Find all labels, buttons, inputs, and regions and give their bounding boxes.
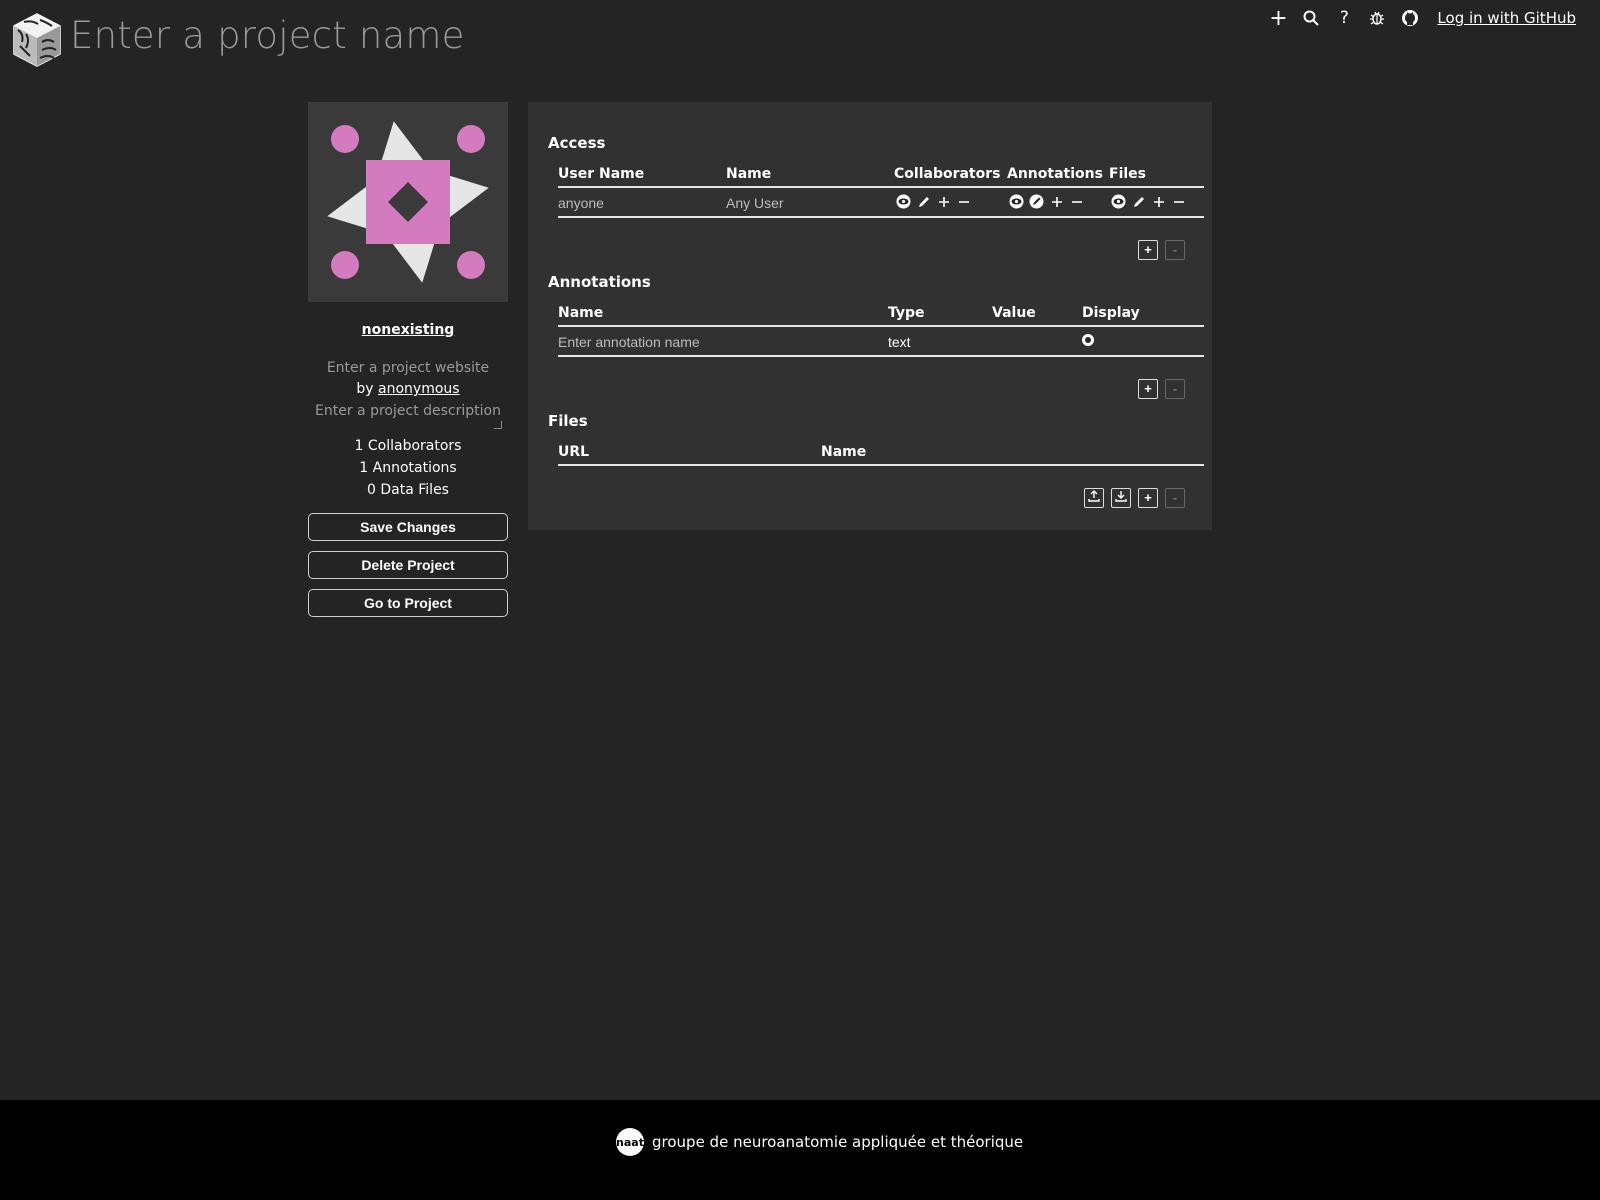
col-collaborators: Collaborators bbox=[894, 166, 1001, 182]
save-changes-button[interactable]: Save Changes bbox=[308, 513, 508, 541]
delete-project-button[interactable]: Delete Project bbox=[308, 551, 508, 579]
upload-icon[interactable] bbox=[1084, 488, 1104, 508]
access-header-row: User Name Name Collaborators Annotations… bbox=[558, 162, 1204, 188]
edit-icon[interactable] bbox=[1131, 194, 1146, 209]
search-icon[interactable] bbox=[1301, 8, 1321, 28]
app-logo[interactable] bbox=[12, 12, 62, 68]
name-cell: Any User bbox=[726, 195, 784, 211]
annotations-header-row: Name Type Value Display bbox=[558, 301, 1204, 327]
view-icon[interactable] bbox=[1009, 194, 1024, 209]
access-section-title: Access bbox=[548, 134, 606, 152]
add-icon[interactable] bbox=[1049, 194, 1064, 209]
project-website-input[interactable]: Enter a project website bbox=[308, 360, 508, 376]
remove-access-button[interactable]: - bbox=[1165, 240, 1185, 260]
display-radio[interactable] bbox=[1082, 334, 1094, 346]
resize-handle[interactable] bbox=[494, 421, 502, 429]
edit-icon[interactable] bbox=[1029, 194, 1044, 209]
footer-credit[interactable]: naat groupe de neuroanatomie appliquée e… bbox=[616, 1128, 1023, 1156]
annotations-permissions bbox=[1009, 194, 1084, 209]
col-name: Name bbox=[726, 166, 772, 182]
col-value: Value bbox=[992, 305, 1036, 321]
project-sidebar: nonexisting Enter a project website by a… bbox=[308, 102, 508, 617]
remove-annotation-button[interactable]: - bbox=[1165, 379, 1185, 399]
annotations-table: Name Type Value Display Enter annotation… bbox=[558, 301, 1204, 357]
project-stats: 1 Collaborators 1 Annotations 0 Data Fil… bbox=[308, 435, 508, 501]
col-display: Display bbox=[1082, 305, 1140, 321]
help-icon[interactable]: ? bbox=[1334, 8, 1354, 28]
data-files-count: 0 Data Files bbox=[367, 482, 449, 498]
project-avatar bbox=[308, 102, 508, 302]
add-icon[interactable] bbox=[1151, 194, 1166, 209]
col-url: URL bbox=[558, 444, 590, 460]
add-icon[interactable] bbox=[936, 194, 951, 209]
go-to-project-button[interactable]: Go to Project bbox=[308, 589, 508, 617]
files-header-row: URL Name bbox=[558, 440, 1204, 466]
project-author: by anonymous bbox=[308, 381, 508, 397]
remove-icon[interactable] bbox=[1069, 194, 1084, 209]
view-icon[interactable] bbox=[1111, 194, 1126, 209]
by-prefix: by bbox=[356, 381, 374, 397]
files-table: URL Name bbox=[558, 440, 1204, 466]
table-row: anyone Any User bbox=[558, 188, 1204, 218]
author-link[interactable]: anonymous bbox=[378, 381, 460, 397]
view-icon[interactable] bbox=[896, 194, 911, 209]
github-icon[interactable] bbox=[1400, 8, 1420, 28]
user-name-cell: anyone bbox=[558, 195, 604, 211]
add-annotation-button[interactable]: + bbox=[1138, 379, 1158, 399]
github-login-link[interactable]: Log in with GitHub bbox=[1437, 9, 1576, 27]
collaborators-count: 1 Collaborators bbox=[354, 438, 462, 454]
collaborators-permissions bbox=[896, 194, 971, 209]
add-access-button[interactable]: + bbox=[1138, 240, 1158, 260]
naat-logo: naat bbox=[616, 1128, 644, 1156]
col-user-name: User Name bbox=[558, 166, 645, 182]
col-annotation-name: Name bbox=[558, 305, 604, 321]
footer: naat groupe de neuroanatomie appliquée e… bbox=[0, 1100, 1600, 1200]
access-table: User Name Name Collaborators Annotations… bbox=[558, 162, 1204, 218]
annotation-name-input[interactable]: Enter annotation name bbox=[558, 334, 700, 350]
col-file-name: Name bbox=[821, 444, 867, 460]
edit-icon[interactable] bbox=[916, 194, 931, 209]
annotations-section-title: Annotations bbox=[548, 273, 651, 291]
add-file-button[interactable]: + bbox=[1138, 488, 1158, 508]
project-description-input[interactable]: Enter a project description bbox=[312, 403, 504, 429]
annotations-count: 1 Annotations bbox=[359, 460, 457, 476]
bug-icon[interactable] bbox=[1367, 8, 1387, 28]
owner-link[interactable]: nonexisting bbox=[308, 322, 508, 338]
remove-icon[interactable] bbox=[1171, 194, 1186, 209]
files-permissions bbox=[1111, 194, 1186, 209]
download-icon[interactable] bbox=[1111, 488, 1131, 508]
remove-file-button[interactable]: - bbox=[1165, 488, 1185, 508]
project-name-input[interactable]: Enter a project name bbox=[70, 14, 465, 57]
footer-text: groupe de neuroanatomie appliquée et thé… bbox=[652, 1133, 1024, 1151]
project-settings-panel: Access User Name Name Collaborators Anno… bbox=[528, 102, 1212, 530]
annotation-type-select[interactable]: text bbox=[888, 334, 911, 350]
col-files: Files bbox=[1109, 166, 1146, 182]
top-toolbar: + ? Log in with GitHub bbox=[1268, 6, 1576, 31]
col-annotations: Annotations bbox=[1007, 166, 1103, 182]
col-type: Type bbox=[888, 305, 925, 321]
table-row: Enter annotation name text bbox=[558, 327, 1204, 357]
files-section-title: Files bbox=[548, 412, 588, 430]
remove-icon[interactable] bbox=[956, 194, 971, 209]
plus-icon[interactable]: + bbox=[1268, 6, 1288, 31]
description-placeholder: Enter a project description bbox=[315, 403, 501, 419]
